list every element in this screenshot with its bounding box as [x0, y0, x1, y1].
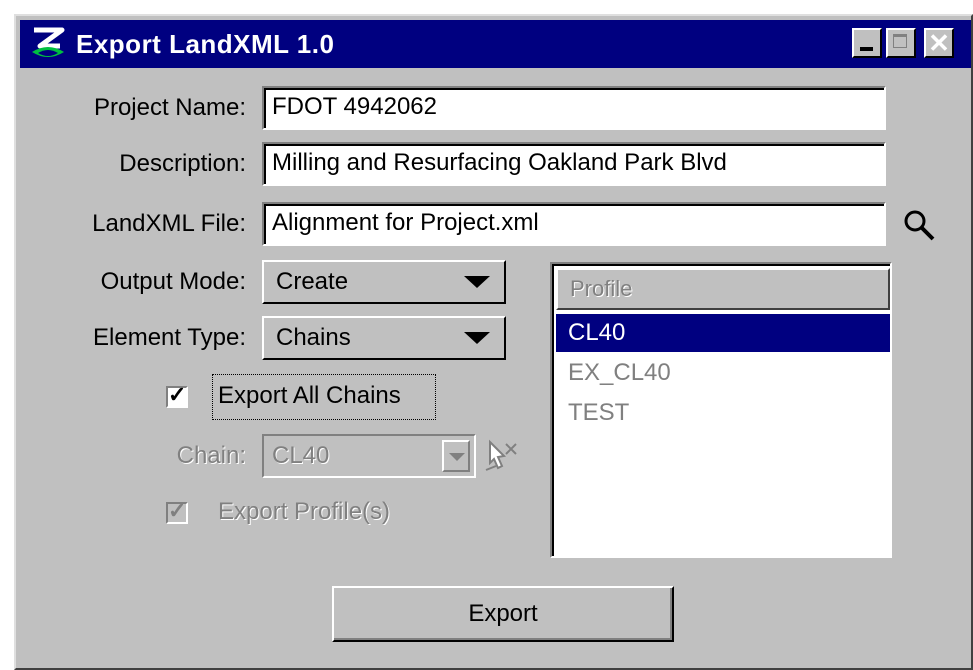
minimize-icon [860, 47, 873, 51]
project-name-label: Project Name: [93, 94, 246, 121]
cursor-pick-icon[interactable] [482, 436, 522, 476]
maximize-icon [893, 34, 907, 48]
close-icon: ✕ [928, 28, 950, 58]
project-name-field[interactable]: FDOT 4942062 [262, 86, 886, 130]
element-type-dropdown[interactable]: Chains [262, 316, 506, 360]
chain-label: Chain: [176, 442, 246, 469]
list-item[interactable]: EX_CL40 [556, 354, 890, 392]
title-bar[interactable]: Export LandXML 1.0 ✕ [20, 20, 971, 68]
chain-value: CL40 [272, 442, 330, 469]
landxml-file-label: LandXML File: [92, 210, 246, 237]
export-all-chains-label[interactable]: Export All Chains [218, 380, 401, 412]
output-mode-dropdown[interactable]: Create [262, 260, 506, 304]
export-profiles-checkbox[interactable]: ✓ [166, 498, 188, 524]
output-mode-value: Create [276, 268, 349, 295]
profile-listbox[interactable]: Profile CL40 EX_CL40 TEST [550, 262, 892, 558]
description-label: Description: [119, 150, 246, 177]
checkmark-icon: ✓ [168, 498, 187, 523]
output-mode-label: Output Mode: [100, 268, 246, 295]
chain-dropdown-button[interactable] [442, 440, 470, 472]
magnifier-icon[interactable] [902, 208, 936, 242]
chevron-down-icon [449, 453, 465, 461]
landxml-file-field[interactable]: Alignment for Project.xml [262, 202, 886, 246]
export-landxml-dialog: Export LandXML 1.0 ✕ Project Name: FDOT … [14, 14, 973, 670]
list-item[interactable]: CL40 [556, 314, 890, 352]
list-item[interactable]: TEST [556, 394, 890, 432]
element-type-label: Element Type: [93, 324, 246, 351]
profile-column-header[interactable]: Profile [556, 268, 890, 310]
chevron-down-icon [464, 332, 490, 344]
export-profiles-label: Export Profile(s) [218, 498, 391, 525]
checkmark-icon: ✓ [168, 382, 187, 407]
window-title: Export LandXML 1.0 [76, 29, 335, 59]
app-logo-icon [32, 27, 65, 57]
close-button[interactable]: ✕ [924, 28, 954, 58]
description-field[interactable]: Milling and Resurfacing Oakland Park Blv… [262, 142, 886, 186]
chain-dropdown[interactable]: CL40 [262, 434, 476, 478]
minimize-button[interactable] [852, 28, 882, 58]
export-button[interactable]: Export [332, 586, 674, 642]
element-type-value: Chains [276, 324, 351, 351]
maximize-button[interactable] [886, 28, 916, 58]
chevron-down-icon [464, 276, 490, 288]
export-all-chains-checkbox[interactable]: ✓ [166, 382, 188, 408]
